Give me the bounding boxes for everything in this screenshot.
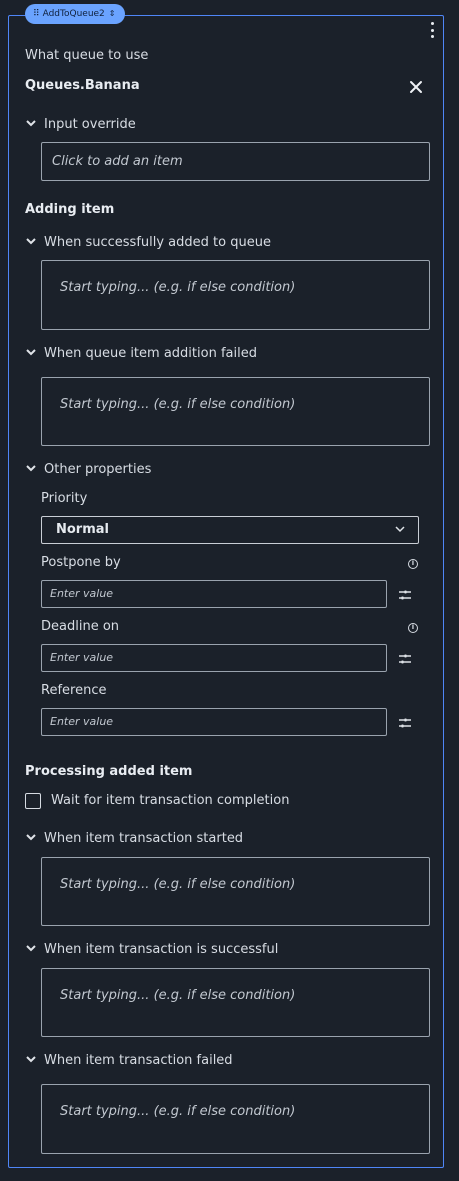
- info-icon[interactable]: i: [408, 623, 418, 633]
- transaction-failed-section-label[interactable]: When item transaction failed: [44, 1053, 233, 1068]
- input-override-label[interactable]: Input override: [44, 117, 136, 132]
- input-override-field[interactable]: Click to add an item: [41, 142, 430, 181]
- queue-value[interactable]: Queues.Banana: [25, 78, 140, 93]
- deadline-placeholder: Enter value: [50, 651, 114, 664]
- failed-handler-field[interactable]: Start typing... (e.g. if else condition): [41, 377, 430, 446]
- failed-handler-placeholder: Start typing... (e.g. if else condition): [60, 397, 296, 412]
- postpone-placeholder: Enter value: [50, 587, 114, 600]
- info-icon[interactable]: i: [408, 559, 418, 569]
- started-handler-field[interactable]: Start typing... (e.g. if else condition): [41, 857, 430, 926]
- drag-handle-icon[interactable]: ⠿: [33, 4, 40, 24]
- input-override-placeholder: Click to add an item: [52, 154, 183, 169]
- sliders-icon[interactable]: [398, 653, 412, 664]
- deadline-label: Deadline on: [41, 619, 120, 634]
- priority-label: Priority: [41, 491, 88, 506]
- postpone-input[interactable]: Enter value: [41, 580, 387, 608]
- success-handler-placeholder: Start typing... (e.g. if else condition): [60, 280, 296, 295]
- chevron-down-icon[interactable]: [25, 831, 37, 843]
- activity-name-tag[interactable]: ⠿ AddToQueue2 ⇕: [25, 4, 125, 24]
- queue-label: What queue to use: [25, 48, 149, 63]
- reference-label: Reference: [41, 683, 107, 698]
- successful-handler-field[interactable]: Start typing... (e.g. if else condition): [41, 968, 430, 1037]
- successful-handler-placeholder: Start typing... (e.g. if else condition): [60, 988, 296, 1003]
- chevron-down-icon: [394, 523, 406, 539]
- started-handler-placeholder: Start typing... (e.g. if else condition): [60, 877, 296, 892]
- chevron-down-icon[interactable]: [25, 462, 37, 474]
- chevron-down-icon[interactable]: [25, 1053, 37, 1065]
- rename-arrows-icon: ⇕: [108, 9, 116, 18]
- reference-input[interactable]: Enter value: [41, 708, 387, 736]
- success-handler-field[interactable]: Start typing... (e.g. if else condition): [41, 260, 430, 330]
- activity-name: AddToQueue2: [42, 9, 105, 19]
- chevron-down-icon[interactable]: [25, 346, 37, 358]
- more-options-icon[interactable]: [428, 22, 436, 38]
- chevron-down-icon[interactable]: [25, 117, 37, 129]
- transaction-failed-handler-field[interactable]: Start typing... (e.g. if else condition): [41, 1084, 430, 1154]
- deadline-input[interactable]: Enter value: [41, 644, 387, 672]
- chevron-down-icon[interactable]: [25, 942, 37, 954]
- clear-queue-close-icon[interactable]: [409, 80, 423, 94]
- priority-select[interactable]: Normal: [41, 516, 419, 544]
- postpone-label: Postpone by: [41, 555, 121, 570]
- processing-heading: Processing added item: [25, 764, 193, 779]
- transaction-failed-handler-placeholder: Start typing... (e.g. if else condition): [60, 1104, 296, 1119]
- successful-section-label[interactable]: When item transaction is successful: [44, 942, 278, 957]
- wait-completion-checkbox[interactable]: [25, 793, 41, 809]
- started-section-label[interactable]: When item transaction started: [44, 831, 243, 846]
- other-properties-label[interactable]: Other properties: [44, 462, 151, 477]
- failed-section-label[interactable]: When queue item addition failed: [44, 346, 257, 361]
- chevron-down-icon[interactable]: [25, 235, 37, 247]
- success-section-label[interactable]: When successfully added to queue: [44, 235, 271, 250]
- priority-value: Normal: [56, 522, 109, 537]
- sliders-icon[interactable]: [398, 717, 412, 728]
- wait-completion-label[interactable]: Wait for item transaction completion: [51, 793, 289, 808]
- reference-placeholder: Enter value: [50, 715, 114, 728]
- adding-item-heading: Adding item: [25, 202, 115, 217]
- sliders-icon[interactable]: [398, 589, 412, 600]
